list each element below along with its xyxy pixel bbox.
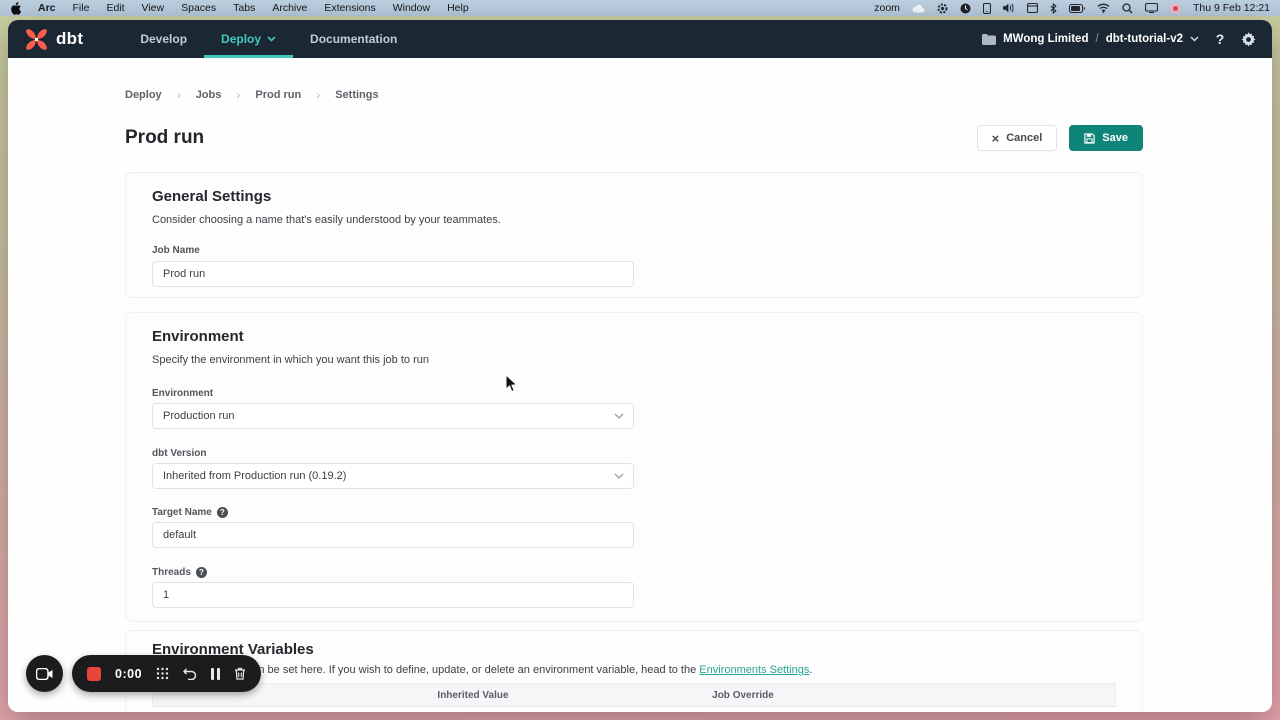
recording-controls-bar: 0:00 (72, 655, 261, 692)
primary-nav: Develop Deploy Documentation (123, 20, 414, 58)
settings-gear-button[interactable] (1241, 32, 1256, 47)
column-header-job-override: Job Override (608, 690, 878, 701)
breadcrumb-separator: › (177, 88, 181, 102)
breadcrumb-separator: › (316, 88, 320, 102)
restart-recording-icon[interactable] (183, 668, 197, 680)
calendar-status-icon[interactable] (1027, 3, 1038, 13)
target-name-input[interactable] (152, 522, 634, 548)
environment-variables-description: Job level overrides can be set here. If … (152, 663, 1116, 677)
environments-settings-link[interactable]: Environments Settings (699, 664, 809, 676)
cancel-button[interactable]: × Cancel (977, 125, 1058, 151)
general-settings-card: General Settings Consider choosing a nam… (125, 172, 1143, 298)
environment-variables-heading: Environment Variables (152, 640, 1116, 660)
wifi-status-icon[interactable] (1097, 3, 1110, 13)
menu-item-window[interactable]: Window (393, 2, 430, 14)
dbt-version-select[interactable]: Inherited from Production run (0.19.2) (152, 463, 634, 489)
dbt-logo[interactable]: dbt (24, 27, 83, 52)
gear-status-icon[interactable] (937, 3, 948, 14)
help-button[interactable]: ? (1210, 31, 1230, 47)
close-icon: × (992, 132, 1000, 145)
breadcrumb-settings[interactable]: Settings (335, 89, 378, 101)
menu-item-edit[interactable]: Edit (106, 2, 124, 14)
threads-help-icon[interactable]: ? (196, 567, 207, 578)
zoom-menu-label[interactable]: zoom (874, 2, 900, 14)
threads-label: Threads ? (152, 566, 1116, 578)
job-name-label: Job Name (152, 244, 1116, 256)
menu-item-view[interactable]: View (142, 2, 165, 14)
dbt-version-label: dbt Version (152, 447, 1116, 459)
chevron-down-icon (1190, 36, 1199, 42)
nav-develop[interactable]: Develop (123, 20, 204, 58)
screen-mirroring-icon[interactable] (1145, 3, 1158, 13)
environment-card: Environment Specify the environment in w… (125, 312, 1143, 622)
dbt-logo-icon (24, 27, 49, 52)
menu-bar-clock[interactable]: Thu 9 Feb 12:21 (1193, 2, 1270, 14)
camera-toggle-button[interactable] (26, 655, 63, 692)
nav-deploy[interactable]: Deploy (204, 20, 293, 58)
general-settings-heading: General Settings (152, 187, 1116, 207)
menu-item-archive[interactable]: Archive (272, 2, 307, 14)
chevron-down-icon (267, 36, 276, 42)
browser-window: dbt Develop Deploy Documentation MWong L… (8, 20, 1272, 712)
account-project-switcher[interactable]: MWong Limited / dbt-tutorial-v2 (982, 33, 1199, 45)
environment-description: Specify the environment in which you wan… (152, 353, 1116, 367)
menu-item-arc[interactable]: Arc (38, 2, 56, 14)
recording-timer: 0:00 (115, 667, 142, 681)
menu-item-spaces[interactable]: Spaces (181, 2, 216, 14)
page-content: Deploy › Jobs › Prod run › Settings Prod… (8, 58, 1272, 712)
stop-recording-button[interactable] (87, 667, 101, 681)
env-vars-table-row (152, 707, 1116, 712)
folder-icon (982, 34, 996, 45)
dbt-brand-name: dbt (56, 29, 83, 49)
nav-documentation[interactable]: Documentation (293, 20, 414, 58)
environment-variables-card: Environment Variables Job level override… (125, 630, 1143, 712)
target-name-help-icon[interactable]: ? (217, 507, 228, 518)
bluetooth-status-icon[interactable] (1050, 3, 1057, 14)
video-camera-icon (36, 668, 53, 680)
target-name-label: Target Name ? (152, 506, 1116, 518)
environment-label: Environment (152, 387, 1116, 399)
menu-item-tabs[interactable]: Tabs (233, 2, 255, 14)
breadcrumb: Deploy › Jobs › Prod run › Settings (125, 58, 1143, 102)
menu-item-file[interactable]: File (73, 2, 90, 14)
menu-item-extensions[interactable]: Extensions (324, 2, 375, 14)
gear-icon (1241, 32, 1256, 47)
volume-status-icon[interactable] (1003, 3, 1015, 13)
environment-heading: Environment (152, 327, 1116, 347)
drag-handle-icon[interactable] (156, 667, 169, 680)
threads-input[interactable] (152, 582, 634, 608)
screen-recorder-widget: 0:00 (26, 655, 261, 692)
battery-status-icon[interactable] (1069, 4, 1085, 13)
apple-menu-icon[interactable] (10, 2, 21, 15)
dbt-app-header: dbt Develop Deploy Documentation MWong L… (8, 20, 1272, 58)
account-project: dbt-tutorial-v2 (1106, 33, 1183, 45)
cloud-status-icon[interactable] (912, 4, 925, 13)
account-separator: / (1095, 33, 1098, 45)
pause-recording-icon[interactable] (211, 668, 220, 680)
macos-menu-bar: Arc File Edit View Spaces Tabs Archive E… (0, 0, 1280, 16)
chevron-down-icon (614, 473, 624, 479)
breadcrumb-prod-run[interactable]: Prod run (255, 89, 301, 101)
breadcrumb-deploy[interactable]: Deploy (125, 89, 162, 101)
general-settings-description: Consider choosing a name that's easily u… (152, 213, 1116, 227)
page-title: Prod run (125, 127, 204, 149)
spotlight-search-icon[interactable] (1122, 3, 1133, 14)
job-name-input[interactable] (152, 261, 634, 287)
clock-status-icon[interactable] (960, 3, 971, 14)
delete-recording-icon[interactable] (234, 667, 246, 680)
recording-indicator-icon[interactable] (1170, 3, 1181, 14)
save-icon (1084, 133, 1095, 144)
column-header-inherited-value: Inherited Value (338, 690, 608, 701)
account-org: MWong Limited (1003, 33, 1088, 45)
breadcrumb-jobs[interactable]: Jobs (196, 89, 222, 101)
device-status-icon[interactable] (983, 3, 991, 14)
env-vars-table-header: Inherited Value Job Override (152, 683, 1116, 707)
environment-select[interactable]: Production run (152, 403, 634, 429)
menu-item-help[interactable]: Help (447, 2, 469, 14)
chevron-down-icon (614, 413, 624, 419)
save-button[interactable]: Save (1069, 125, 1143, 151)
breadcrumb-separator: › (236, 88, 240, 102)
